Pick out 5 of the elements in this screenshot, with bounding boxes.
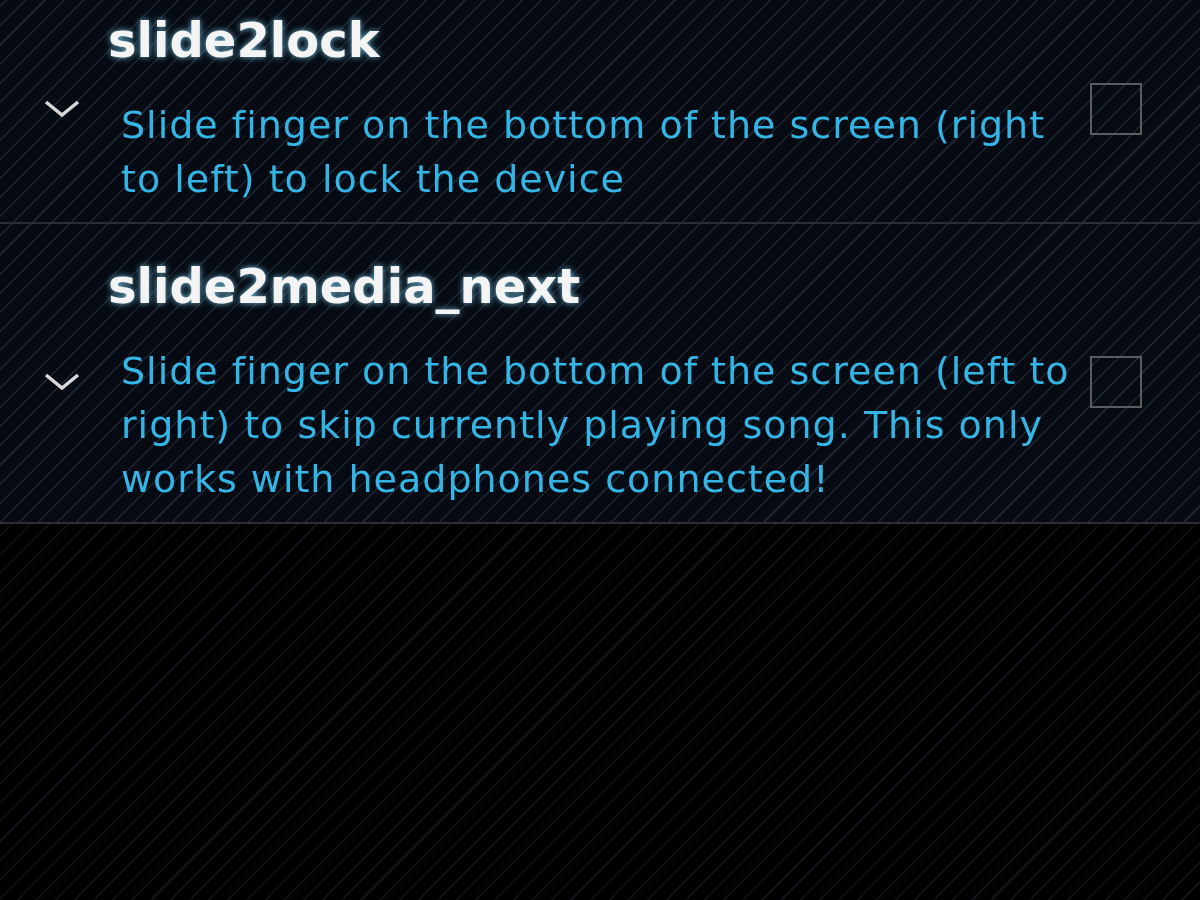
preference-summary: Slide finger on the bottom of the screen (left to right) to skip currently playing song. This only works with headphones connected! <box>120 348 1070 503</box>
preference-row[interactable]: slide2lock Slide finger on the bottom of the screen (right to left) to lock the device <box>0 0 1200 224</box>
preference-title: slide2lock <box>108 12 380 68</box>
preference-title: slide2media_next <box>108 258 581 314</box>
preference-summary: Slide finger on the bottom of the screen (right to left) to lock the device <box>120 102 1047 203</box>
